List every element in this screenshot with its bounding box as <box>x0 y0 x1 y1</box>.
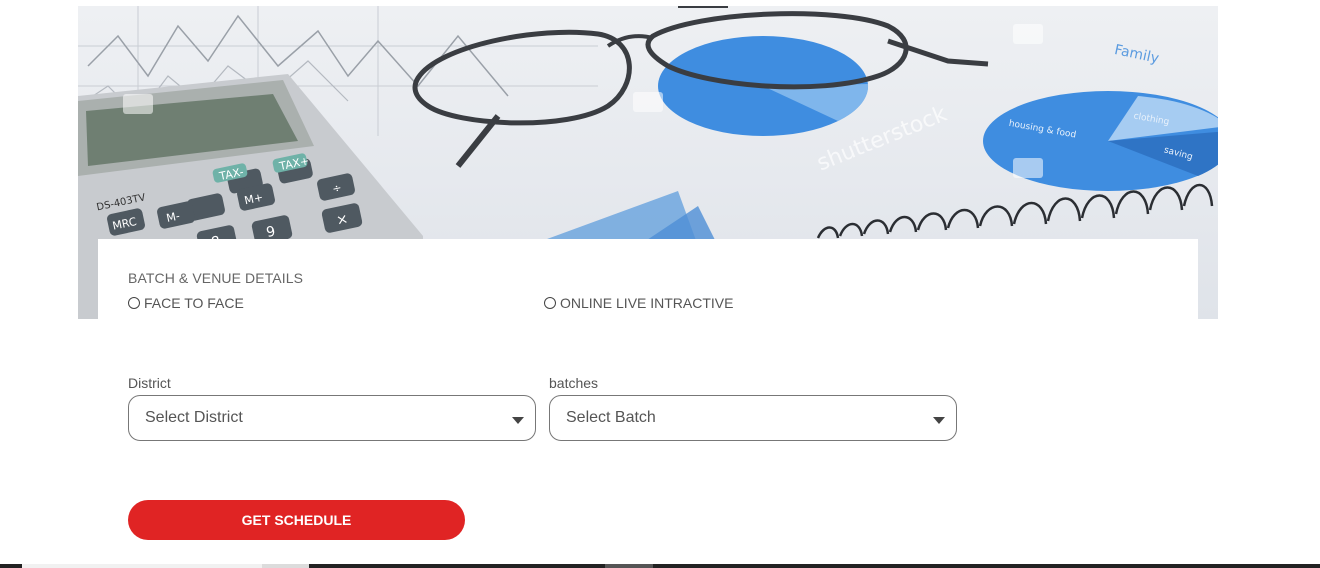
caret-down-icon <box>512 417 524 424</box>
section-title: BATCH & VENUE DETAILS <box>128 270 304 286</box>
radio-circle-icon[interactable] <box>128 297 140 309</box>
radio-online-live[interactable]: ONLINE LIVE INTRACTIVE <box>544 295 733 311</box>
notebook-spiral <box>816 184 1214 239</box>
radio-circle-icon[interactable] <box>544 297 556 309</box>
district-label: District <box>128 375 171 391</box>
batch-select[interactable]: Select Batch <box>549 395 957 441</box>
get-schedule-button[interactable]: GET SCHEDULE <box>128 500 465 540</box>
pie-label-family: Family <box>1113 42 1160 67</box>
radio-online-live-label: ONLINE LIVE INTRACTIVE <box>560 295 734 311</box>
bottom-edge-bar <box>0 564 1320 568</box>
district-select-value: Select District <box>145 409 243 426</box>
radio-face-to-face[interactable]: FACE TO FACE <box>128 295 244 311</box>
batches-label: batches <box>549 375 599 391</box>
calc-key-m-minus: M- <box>165 209 181 225</box>
batch-select-value: Select Batch <box>566 409 656 426</box>
caret-down-icon <box>933 417 945 424</box>
district-select[interactable]: Select District <box>128 395 536 441</box>
radio-face-to-face-label: FACE TO FACE <box>144 295 244 311</box>
